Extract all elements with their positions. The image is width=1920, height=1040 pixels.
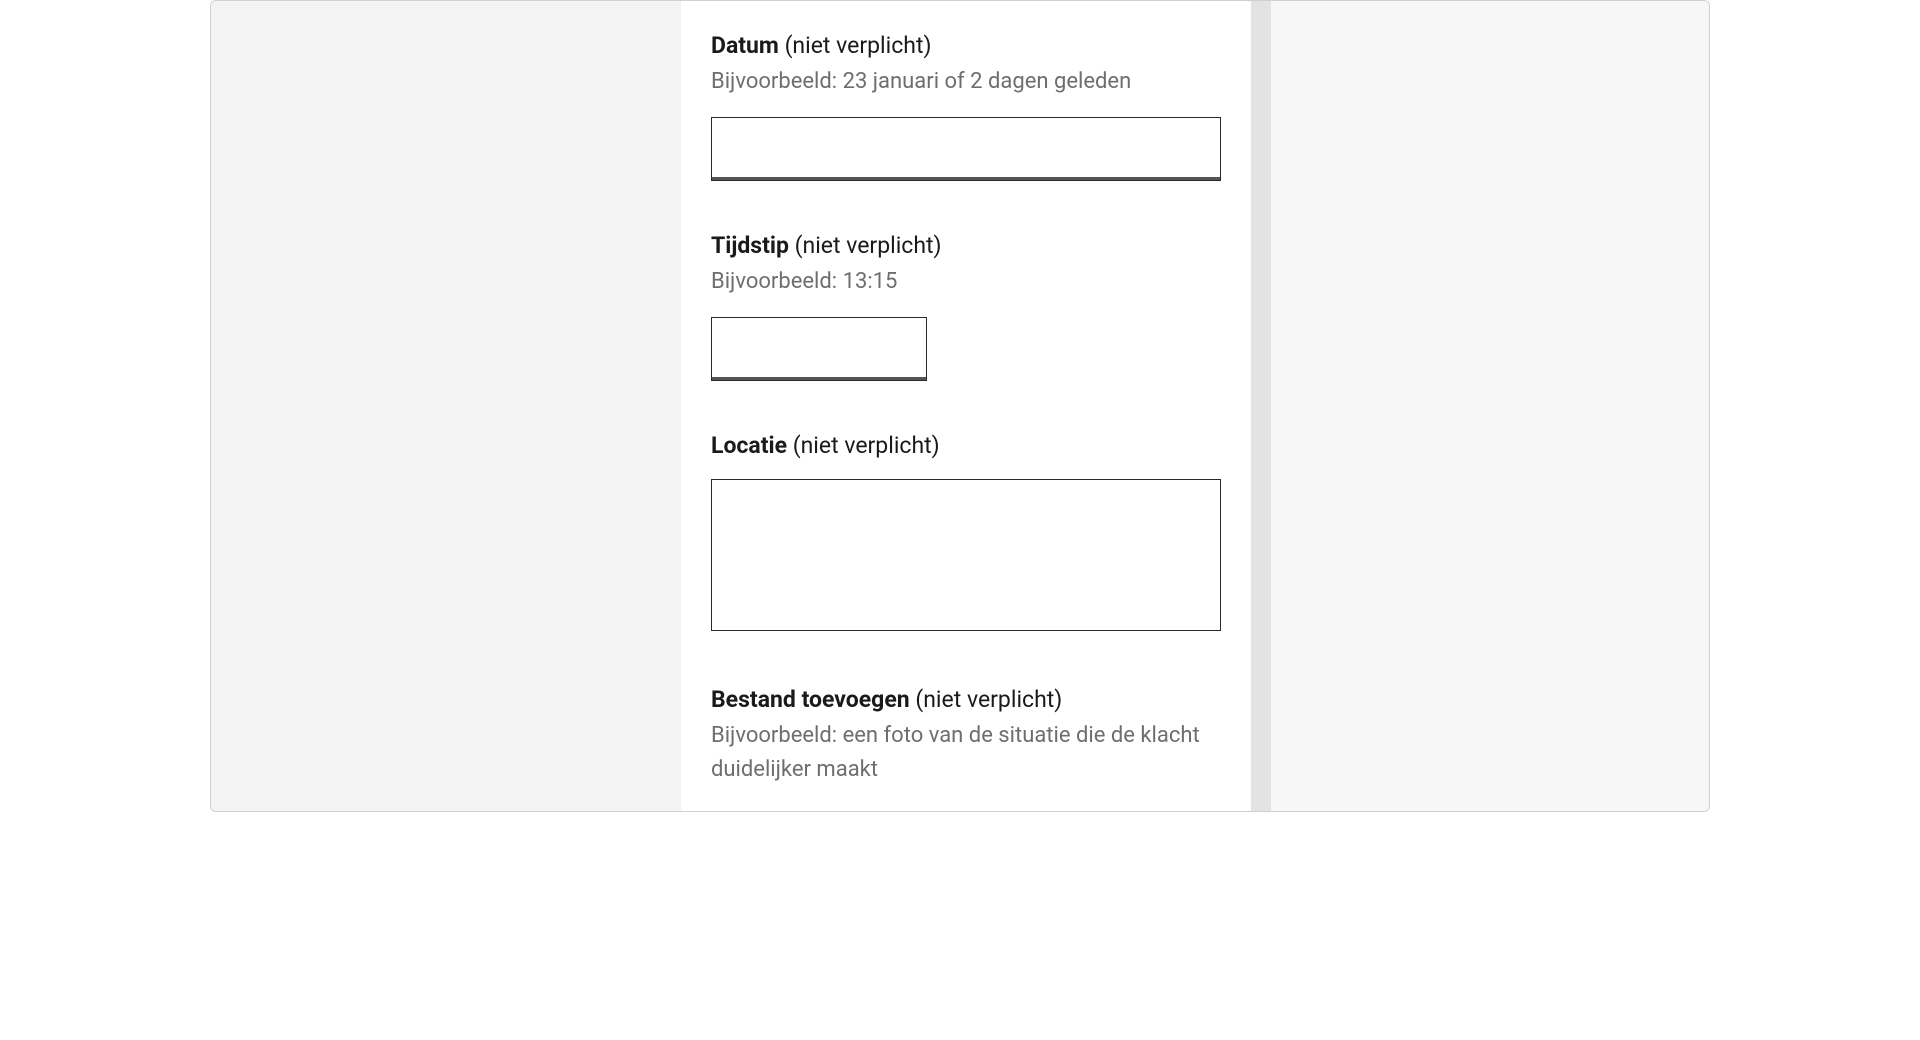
location-optional-suffix: (niet verplicht) bbox=[793, 432, 940, 459]
time-optional-suffix: (niet verplicht) bbox=[795, 232, 942, 259]
date-input[interactable] bbox=[711, 117, 1221, 181]
attachment-hint: Bijvoorbeeld: een foto van de situatie d… bbox=[711, 719, 1221, 787]
form-group-attachment: Bestand toevoegen (niet verplicht) Bijvo… bbox=[711, 685, 1221, 787]
right-gutter bbox=[1251, 1, 1271, 811]
form-group-time: Tijdstip (niet verplicht) Bijvoorbeeld: … bbox=[711, 231, 1221, 381]
time-label: Tijdstip (niet verplicht) bbox=[711, 231, 1221, 261]
location-label: Locatie (niet verplicht) bbox=[711, 431, 1221, 461]
location-label-text: Locatie bbox=[711, 432, 787, 459]
screenshot-frame: Datum (niet verplicht) Bijvoorbeeld: 23 … bbox=[210, 0, 1710, 812]
date-label: Datum (niet verplicht) bbox=[711, 31, 1221, 61]
form-group-date: Datum (niet verplicht) Bijvoorbeeld: 23 … bbox=[711, 31, 1221, 181]
attachment-label: Bestand toevoegen (niet verplicht) bbox=[711, 685, 1221, 715]
attachment-label-text: Bestand toevoegen bbox=[711, 686, 910, 713]
date-optional-suffix: (niet verplicht) bbox=[785, 32, 932, 59]
location-input[interactable] bbox=[711, 479, 1221, 631]
page-background: Datum (niet verplicht) Bijvoorbeeld: 23 … bbox=[211, 1, 1251, 811]
attachment-optional-suffix: (niet verplicht) bbox=[915, 686, 1062, 713]
date-label-text: Datum bbox=[711, 32, 779, 59]
right-blank-region bbox=[1271, 1, 1709, 811]
form-card: Datum (niet verplicht) Bijvoorbeeld: 23 … bbox=[681, 1, 1251, 811]
time-hint: Bijvoorbeeld: 13:15 bbox=[711, 265, 1221, 299]
date-hint: Bijvoorbeeld: 23 januari of 2 dagen gele… bbox=[711, 65, 1221, 99]
time-label-text: Tijdstip bbox=[711, 232, 789, 259]
form-group-location: Locatie (niet verplicht) bbox=[711, 431, 1221, 635]
time-input[interactable] bbox=[711, 317, 927, 381]
